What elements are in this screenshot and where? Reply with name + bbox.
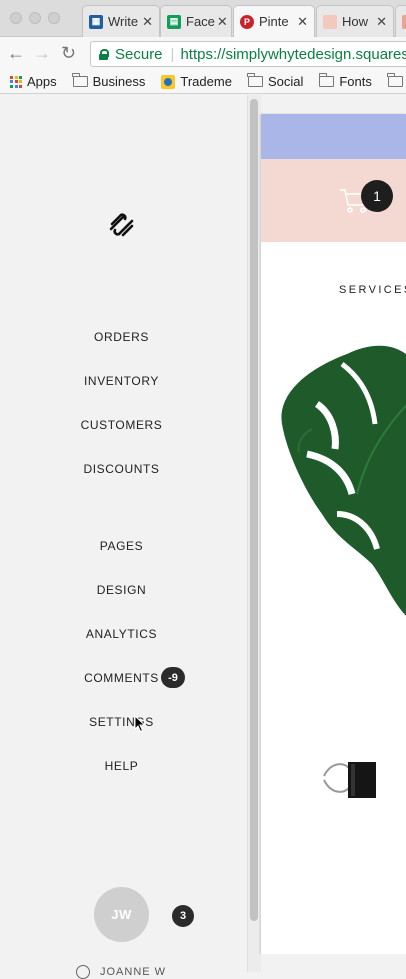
address-url: https://simplywhytedesign.squaresp [180, 45, 406, 63]
site-nav-services[interactable]: SERVICES [339, 284, 406, 296]
apps-grid-icon [10, 75, 22, 88]
address-bar[interactable]: Secure | https://simplywhytedesign.squar… [90, 41, 406, 67]
secure-label: Secure [115, 45, 163, 63]
nav-settings[interactable]: SETTINGS [0, 715, 243, 729]
tab-title: Face [186, 14, 215, 29]
tab-face[interactable]: ▤ Face ✕ [160, 5, 232, 37]
bookmark-pr[interactable]: Pr [387, 73, 406, 89]
window-close-dot[interactable] [10, 12, 22, 24]
preview-bottom-gutter [261, 954, 406, 972]
address-separator: | [170, 45, 175, 63]
tab-close-icon[interactable]: ✕ [215, 14, 228, 30]
folder-icon [72, 73, 88, 87]
tab-close-icon[interactable]: ✕ [295, 14, 308, 30]
nav-customers[interactable]: CUSTOMERS [0, 418, 243, 432]
lock-icon [99, 48, 109, 60]
user-name: JOANNE W [100, 966, 167, 978]
tab-pinterest[interactable]: P Pinte ✕ [233, 5, 315, 37]
user-menu[interactable]: JOANNE W [76, 965, 166, 979]
cart-count-badge: 1 [361, 180, 393, 212]
nav-discounts[interactable]: DISCOUNTS [0, 462, 243, 476]
bookmark-label: Trademe [180, 74, 232, 89]
tab-title: Write [108, 14, 139, 29]
sidebar-scrollbar-thumb[interactable] [250, 99, 258, 921]
site-favicon-icon [402, 14, 406, 29]
mouse-pointer-icon [134, 715, 146, 733]
tab-title: Pinte [259, 14, 289, 29]
tab-close-icon[interactable]: ✕ [140, 14, 153, 30]
nav-design[interactable]: DESIGN [0, 583, 243, 597]
user-circle-icon [76, 965, 90, 979]
monstera-leaf-image [281, 345, 406, 616]
folder-icon [247, 73, 263, 87]
squarespace-logo-icon[interactable] [108, 213, 136, 237]
tab-how[interactable]: How ✕ [316, 5, 394, 37]
back-arrow-icon[interactable]: ← [7, 44, 25, 62]
bookmark-label: Business [92, 74, 146, 89]
window-minimize-dot[interactable] [29, 12, 41, 24]
window-zoom-dot[interactable] [48, 12, 60, 24]
nav-analytics[interactable]: ANALYTICS [0, 627, 243, 641]
bookmark-label: Apps [27, 74, 57, 89]
forward-arrow-icon[interactable]: → [33, 44, 51, 62]
bookmark-social[interactable]: Social [247, 73, 304, 89]
folder-icon [318, 73, 335, 87]
bookmarks-bar: Apps Business Trademe Social Fonts Pr [0, 70, 406, 94]
write-favicon-icon: ▦ [89, 14, 103, 29]
tab-title: How [342, 14, 369, 29]
tab-partial[interactable] [395, 5, 406, 37]
announcement-bar [261, 114, 406, 159]
browser-toolbar: ← → ↻ Secure | https://simplywhytedesign… [0, 37, 406, 70]
nav-pages[interactable]: PAGES [0, 539, 243, 553]
bookmark-fonts[interactable]: Fonts [318, 73, 372, 89]
folder-icon [387, 73, 403, 87]
squarespace-sidebar: ORDERS INVENTORY CUSTOMERS DISCOUNTS PAG… [0, 95, 247, 979]
bookmark-business[interactable]: Business [72, 73, 146, 89]
sheets-favicon-icon: ▤ [167, 14, 181, 29]
trademe-icon [161, 74, 176, 89]
bookmark-label: Social [267, 74, 304, 89]
nav-comments[interactable]: COMMENTS [0, 671, 243, 685]
tab-write[interactable]: ▦ Write ✕ [82, 5, 160, 37]
nav-inventory[interactable]: INVENTORY [0, 374, 243, 388]
tab-close-icon[interactable]: ✕ [374, 14, 387, 30]
pinterest-favicon-icon: P [240, 14, 254, 29]
nav-help[interactable]: HELP [0, 759, 243, 773]
bookmark-apps[interactable]: Apps [10, 74, 57, 89]
site-preview[interactable]: 1 SERVICES [261, 114, 406, 954]
notification-badge: 3 [172, 905, 194, 927]
binder-clip-image [323, 762, 376, 798]
site-favicon-icon [323, 14, 337, 29]
user-avatar[interactable]: JW [94, 887, 149, 942]
bookmark-trademe[interactable]: Trademe [161, 74, 232, 89]
bookmark-label: Fonts [339, 74, 372, 89]
nav-orders[interactable]: ORDERS [0, 330, 243, 344]
comments-count-badge: -9 [161, 667, 185, 688]
reload-icon[interactable]: ↻ [61, 44, 76, 62]
tab-bar: ▦ Write ✕ ▤ Face ✕ P Pinte ✕ How ✕ [0, 0, 406, 37]
